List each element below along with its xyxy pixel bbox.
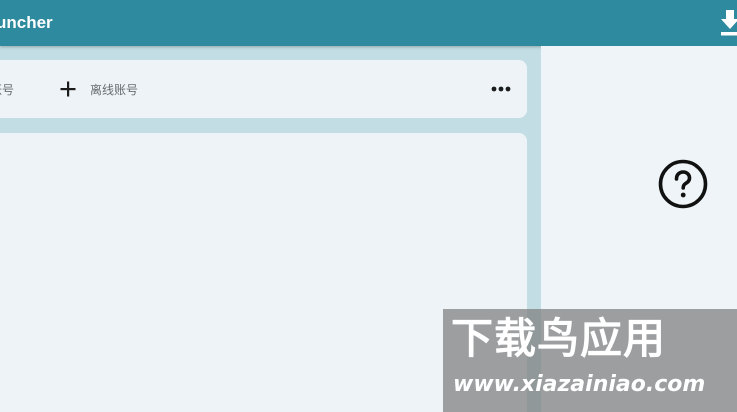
- download-icon: [721, 10, 737, 36]
- title-bar: uncher: [0, 0, 737, 46]
- watermark-title: 下载鸟应用: [451, 314, 667, 363]
- add-offline-account-button[interactable]: 离线账号: [60, 80, 138, 98]
- account-menu-item[interactable]: 账号: [0, 80, 30, 98]
- help-button[interactable]: [656, 157, 710, 211]
- account-menu-label: 账号: [0, 82, 15, 97]
- help-circle-icon: [658, 159, 708, 209]
- launcher-window: uncher 账号 离线账号: [0, 0, 737, 412]
- more-options-button[interactable]: [490, 80, 514, 98]
- accounts-toolbar: 账号 离线账号: [0, 60, 527, 118]
- plus-icon: [60, 81, 76, 97]
- watermark-url: www.xiazainiao.com: [453, 372, 706, 397]
- add-offline-account-label: 离线账号: [90, 82, 139, 97]
- watermark-overlay: 下载鸟应用 www.xiazainiao.com: [443, 309, 737, 412]
- more-horizontal-icon: [491, 86, 511, 92]
- app-title: uncher: [0, 13, 53, 32]
- download-button[interactable]: [720, 7, 737, 37]
